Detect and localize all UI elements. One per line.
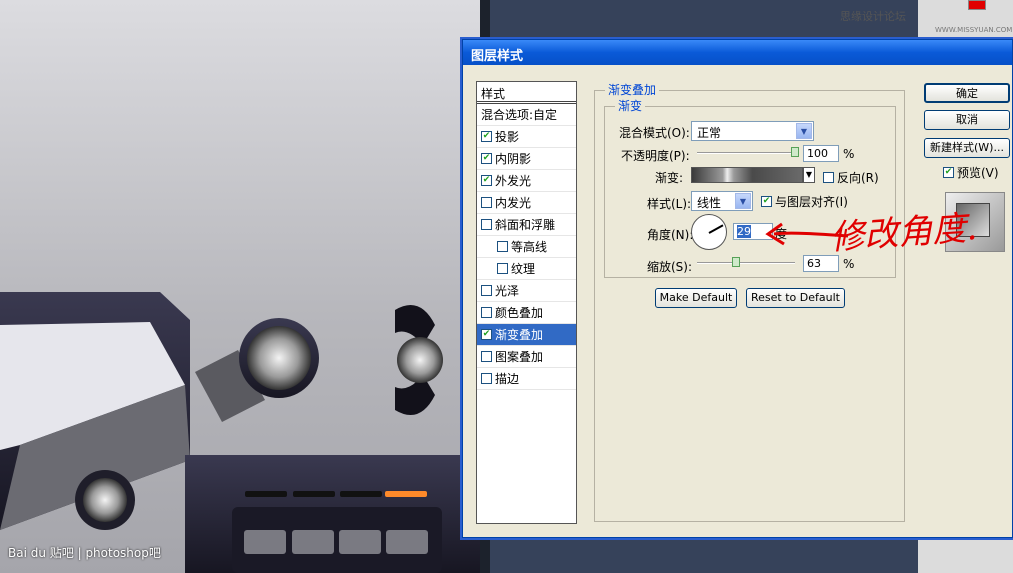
style-item-label: 等高线	[511, 240, 548, 254]
url-watermark: WWW.MISSYUAN.COM	[935, 26, 1013, 34]
style-item[interactable]: 内发光	[477, 192, 576, 214]
new-style-button[interactable]: 新建样式(W)...	[924, 138, 1010, 158]
style-item[interactable]: ✔ 渐变叠加	[477, 324, 576, 346]
style-item-label: 渐变叠加	[495, 328, 544, 342]
layer-style-dialog: 图层样式 样式 混合选项:自定 ✔ 投影 ✔ 内阴影 ✔ 外发光 内发光 斜面和浮雕 等高线 纹理光…	[462, 39, 1013, 538]
blend-mode-select[interactable]: 正常 ▼	[691, 121, 814, 141]
style-checkbox[interactable]	[481, 351, 492, 362]
opacity-slider[interactable]	[697, 152, 795, 154]
gradient-label: 渐变:	[655, 171, 684, 185]
gradient-dropdown[interactable]: ▼	[803, 167, 815, 183]
style-item[interactable]: 纹理	[477, 258, 576, 280]
angle-dial[interactable]	[691, 214, 727, 250]
foreground-color-swatch[interactable]	[968, 0, 986, 10]
preview-checkbox[interactable]: ✔	[943, 167, 954, 178]
opacity-input[interactable]: 100	[803, 145, 839, 162]
reverse-checkbox[interactable]	[823, 172, 834, 183]
style-item[interactable]: 等高线	[477, 236, 576, 258]
opacity-label: 不透明度(P):	[621, 149, 690, 163]
styles-header: 样式	[477, 82, 576, 104]
style-item[interactable]: 颜色叠加	[477, 302, 576, 324]
scale-label: 缩放(S):	[647, 260, 693, 274]
style-select[interactable]: 线性 ▼	[691, 191, 753, 211]
style-label: 样式(L):	[647, 197, 692, 211]
scale-unit: %	[843, 257, 855, 271]
style-item[interactable]: ✔ 投影	[477, 126, 576, 148]
style-checkbox[interactable]: ✔	[481, 329, 492, 340]
style-item[interactable]: 混合选项:自定	[477, 104, 576, 126]
style-checkbox[interactable]	[481, 197, 492, 208]
style-item[interactable]: 光泽	[477, 280, 576, 302]
style-item[interactable]: 描边	[477, 368, 576, 390]
site-watermark: 思缘设计论坛	[840, 10, 906, 23]
style-item-label: 内阴影	[495, 152, 532, 166]
chevron-down-icon: ▼	[796, 123, 812, 139]
angle-needle	[708, 224, 724, 234]
baidu-watermark: Bai du 贴吧 | photoshop吧	[8, 546, 161, 560]
style-item[interactable]: 图案叠加	[477, 346, 576, 368]
style-item-label: 颜色叠加	[495, 306, 544, 320]
style-checkbox[interactable]	[497, 263, 508, 274]
style-checkbox[interactable]	[481, 307, 492, 318]
cancel-button[interactable]: 取消	[924, 110, 1010, 130]
style-checkbox[interactable]	[497, 241, 508, 252]
align-checkbox[interactable]: ✔	[761, 196, 772, 207]
scale-slider-thumb[interactable]	[732, 257, 741, 267]
style-item-label: 斜面和浮雕	[495, 218, 556, 232]
style-checkbox[interactable]	[481, 285, 492, 296]
chevron-down-icon: ▼	[735, 193, 751, 209]
dialog-title: 图层样式	[463, 40, 1012, 65]
style-item-label: 内发光	[495, 196, 532, 210]
style-checkbox[interactable]	[481, 219, 492, 230]
gradient-picker[interactable]	[691, 167, 803, 183]
style-item-label: 描边	[495, 372, 520, 386]
style-item-label: 混合选项:自定	[481, 108, 558, 122]
style-item[interactable]: 斜面和浮雕	[477, 214, 576, 236]
styles-list: 样式 混合选项:自定 ✔ 投影 ✔ 内阴影 ✔ 外发光 内发光 斜面和浮雕 等高线 纹理 光泽 颜色叠加…	[476, 81, 577, 524]
ok-button[interactable]: 确定	[924, 83, 1010, 103]
group-title: 渐变	[615, 97, 646, 114]
style-item-label: 图案叠加	[495, 350, 544, 364]
style-item-label: 光泽	[495, 284, 520, 298]
opacity-unit: %	[843, 147, 855, 161]
scale-slider[interactable]	[697, 262, 795, 264]
style-item-label: 外发光	[495, 174, 532, 188]
style-checkbox[interactable]: ✔	[481, 175, 492, 186]
style-checkbox[interactable]: ✔	[481, 153, 492, 164]
style-item[interactable]: ✔ 内阴影	[477, 148, 576, 170]
style-item-label: 纹理	[511, 262, 536, 276]
reverse-option[interactable]: 反向(R)	[823, 169, 879, 186]
preview-option[interactable]: ✔ 预览(V)	[943, 164, 999, 181]
style-item-label: 投影	[495, 130, 520, 144]
style-item[interactable]: ✔ 外发光	[477, 170, 576, 192]
section-title: 渐变叠加	[605, 81, 660, 98]
annotation-text: 修改角度.	[829, 207, 979, 259]
opacity-slider-thumb[interactable]	[791, 147, 799, 157]
device-illustration	[0, 292, 480, 573]
angle-label: 角度(N):	[647, 228, 694, 242]
reset-default-button[interactable]: Reset to Default	[746, 288, 845, 308]
style-checkbox[interactable]: ✔	[481, 131, 492, 142]
blend-mode-label: 混合模式(O):	[619, 126, 690, 140]
style-checkbox[interactable]	[481, 373, 492, 384]
align-option[interactable]: ✔ 与图层对齐(I)	[761, 193, 848, 210]
make-default-button[interactable]: Make Default	[655, 288, 737, 308]
canvas-artwork	[0, 0, 480, 573]
